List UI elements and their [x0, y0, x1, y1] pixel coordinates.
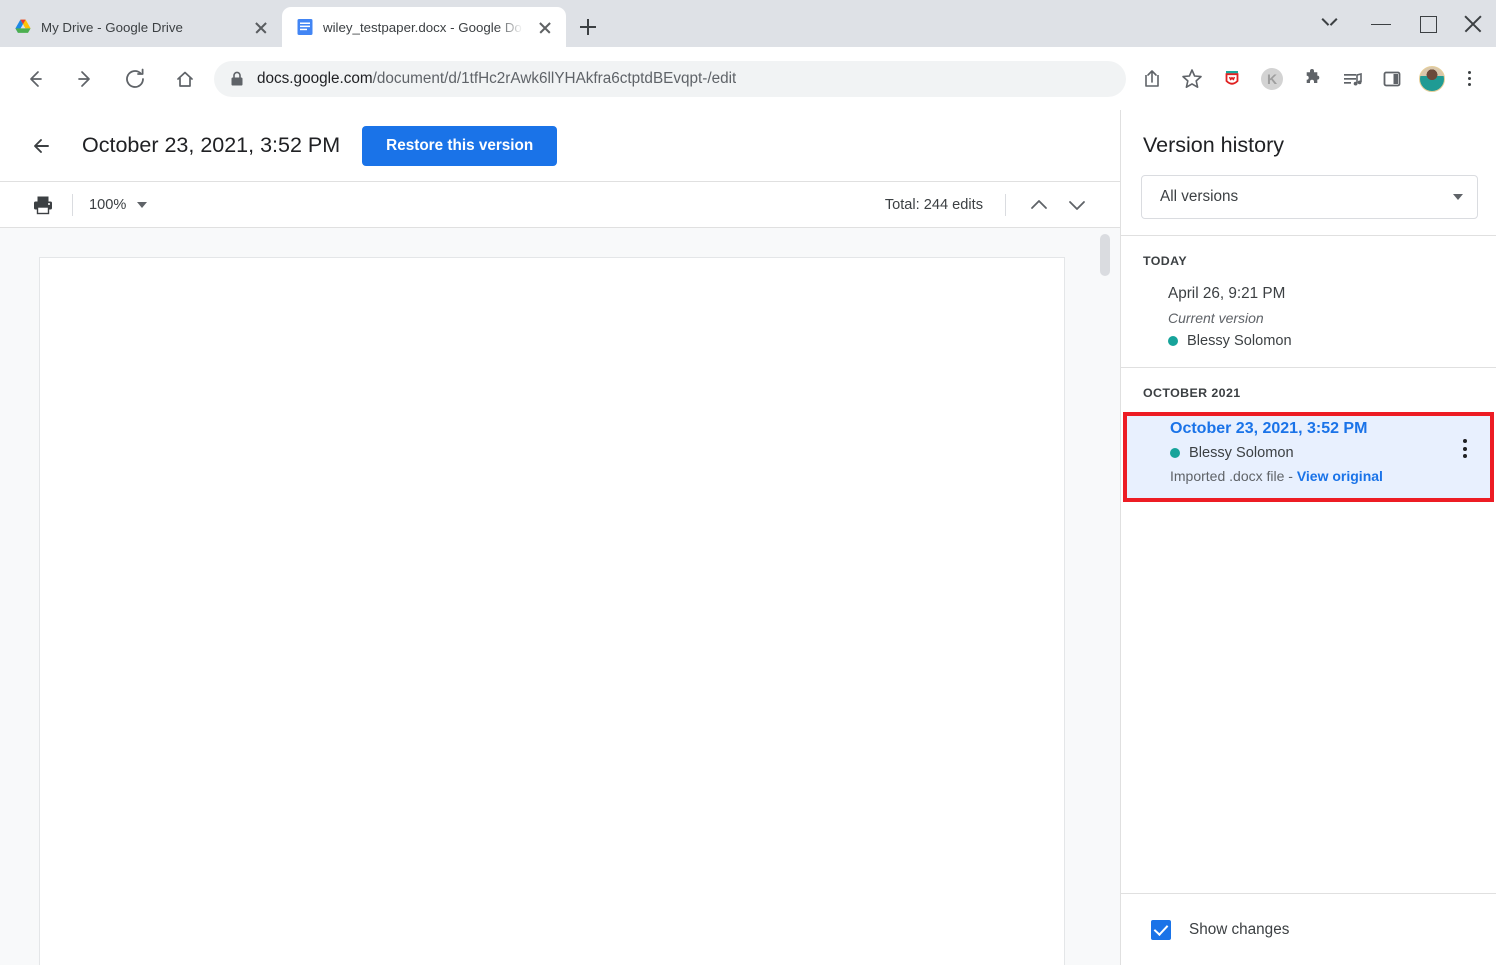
playlist-music-icon[interactable]	[1335, 62, 1369, 96]
google-docs-icon	[296, 18, 314, 36]
shield-extension-icon[interactable]	[1215, 62, 1249, 96]
version-more-options-icon[interactable]	[1452, 434, 1478, 464]
back-icon[interactable]	[17, 61, 53, 97]
k-extension-letter: K	[1261, 67, 1283, 90]
author-name: Blessy Solomon	[1189, 445, 1294, 461]
version-author: Blessy Solomon	[1168, 333, 1476, 349]
author-name: Blessy Solomon	[1187, 333, 1292, 349]
avatar-image	[1419, 65, 1445, 92]
version-group-header: TODAY	[1143, 254, 1188, 268]
author-color-dot	[1170, 448, 1180, 458]
version-item-current[interactable]: April 26, 9:21 PM Current version Blessy…	[1121, 280, 1496, 367]
document-canvas[interactable]	[0, 228, 1120, 965]
minimize-button[interactable]	[1358, 7, 1404, 41]
chevron-down-icon	[1453, 194, 1463, 200]
address-bar[interactable]: docs.google.com/document/d/1tfHc2rAwk6ll…	[214, 60, 1126, 97]
document-text-fragment	[246, 913, 1066, 917]
profile-avatar[interactable]	[1415, 62, 1449, 96]
forward-icon[interactable]	[67, 61, 103, 97]
bookmark-star-icon[interactable]	[1175, 62, 1209, 96]
tab-title: wiley_testpaper.docx - Google Do	[323, 19, 522, 35]
version-author: Blessy Solomon	[1170, 445, 1470, 461]
show-changes-checkbox[interactable]	[1151, 919, 1171, 940]
url-path: /document/d/1tfHc2rAwk6llYHAkfra6ctptdBE…	[372, 69, 737, 87]
print-icon[interactable]	[30, 192, 56, 218]
previous-edit-button[interactable]	[1020, 186, 1058, 224]
view-original-link[interactable]: View original	[1297, 468, 1383, 484]
browser-tab-my-drive[interactable]: My Drive - Google Drive	[0, 7, 282, 47]
sidebar-title: Version history	[1143, 133, 1285, 157]
google-drive-icon	[14, 18, 32, 36]
chevron-down-icon[interactable]	[137, 201, 148, 208]
new-tab-button[interactable]	[572, 11, 604, 43]
version-note: Current version	[1168, 310, 1264, 326]
maximize-button[interactable]	[1404, 7, 1450, 41]
share-icon[interactable]	[1135, 62, 1169, 96]
toolbar-divider	[1005, 193, 1006, 216]
reload-icon[interactable]	[117, 61, 153, 97]
home-icon[interactable]	[167, 61, 203, 97]
version-meta-text: Imported .docx file -	[1170, 468, 1297, 484]
document-scrollbar[interactable]	[1099, 228, 1111, 965]
version-item-october-23[interactable]: October 23, 2021, 3:52 PM Blessy Solomon…	[1123, 412, 1494, 502]
browser-window: My Drive - Google Drive wiley_testpaper.…	[0, 0, 1496, 965]
toolbar-divider	[72, 193, 73, 216]
extensions-puzzle-icon[interactable]	[1295, 62, 1329, 96]
chrome-menu-icon[interactable]	[1452, 62, 1486, 96]
version-group-today: TODAY April 26, 9:21 PM Current version …	[1121, 236, 1496, 367]
page-title: October 23, 2021, 3:52 PM	[82, 133, 341, 157]
tab-strip: My Drive - Google Drive wiley_testpaper.…	[0, 0, 1496, 47]
close-icon[interactable]	[250, 16, 272, 38]
version-date: October 23, 2021, 3:52 PM	[1170, 420, 1368, 437]
tab-title: My Drive - Google Drive	[41, 19, 183, 35]
next-edit-button[interactable]	[1058, 186, 1096, 224]
edits-total-label: Total: 244 edits	[884, 196, 983, 213]
url-text: docs.google.com/document/d/1tfHc2rAwk6ll…	[257, 70, 736, 88]
zoom-level-value[interactable]: 100%	[89, 197, 126, 213]
browser-tab-wiley-testpaper[interactable]: wiley_testpaper.docx - Google Do	[282, 7, 566, 47]
window-controls	[1302, 0, 1496, 47]
version-group-header: OCTOBER 2021	[1143, 386, 1241, 400]
lock-icon	[230, 71, 244, 87]
version-filter-value: All versions	[1160, 188, 1239, 205]
side-panel-icon[interactable]	[1375, 62, 1409, 96]
browser-toolbar: docs.google.com/document/d/1tfHc2rAwk6ll…	[0, 47, 1496, 110]
back-arrow-icon[interactable]	[24, 127, 62, 165]
version-history-sidebar: Version history All versions TODAY April…	[1120, 110, 1496, 965]
author-color-dot	[1168, 336, 1178, 346]
tab-search-chevron-down-icon[interactable]	[1302, 7, 1358, 41]
url-domain: docs.google.com	[257, 69, 373, 87]
version-group-october-2021: OCTOBER 2021 October 23, 2021, 3:52 PM B…	[1121, 368, 1496, 502]
close-icon[interactable]	[534, 16, 556, 38]
scrollbar-thumb[interactable]	[1100, 234, 1110, 276]
sidebar-footer: Show changes	[1121, 893, 1496, 965]
restore-this-version-button[interactable]: Restore this version	[362, 125, 558, 166]
version-view-subbar: 100% Total: 244 edits	[0, 181, 1120, 228]
close-window-button[interactable]	[1450, 7, 1496, 41]
version-meta: Imported .docx file - View original	[1170, 468, 1470, 484]
k-extension-icon[interactable]: K	[1255, 62, 1289, 96]
show-changes-label[interactable]: Show changes	[1189, 921, 1289, 939]
document-page	[40, 258, 1064, 965]
version-date: April 26, 9:21 PM	[1168, 285, 1286, 302]
version-filter-dropdown[interactable]: All versions	[1141, 175, 1478, 219]
version-view-header: October 23, 2021, 3:52 PM Restore this v…	[0, 110, 1120, 181]
document-text-line	[246, 913, 1066, 917]
